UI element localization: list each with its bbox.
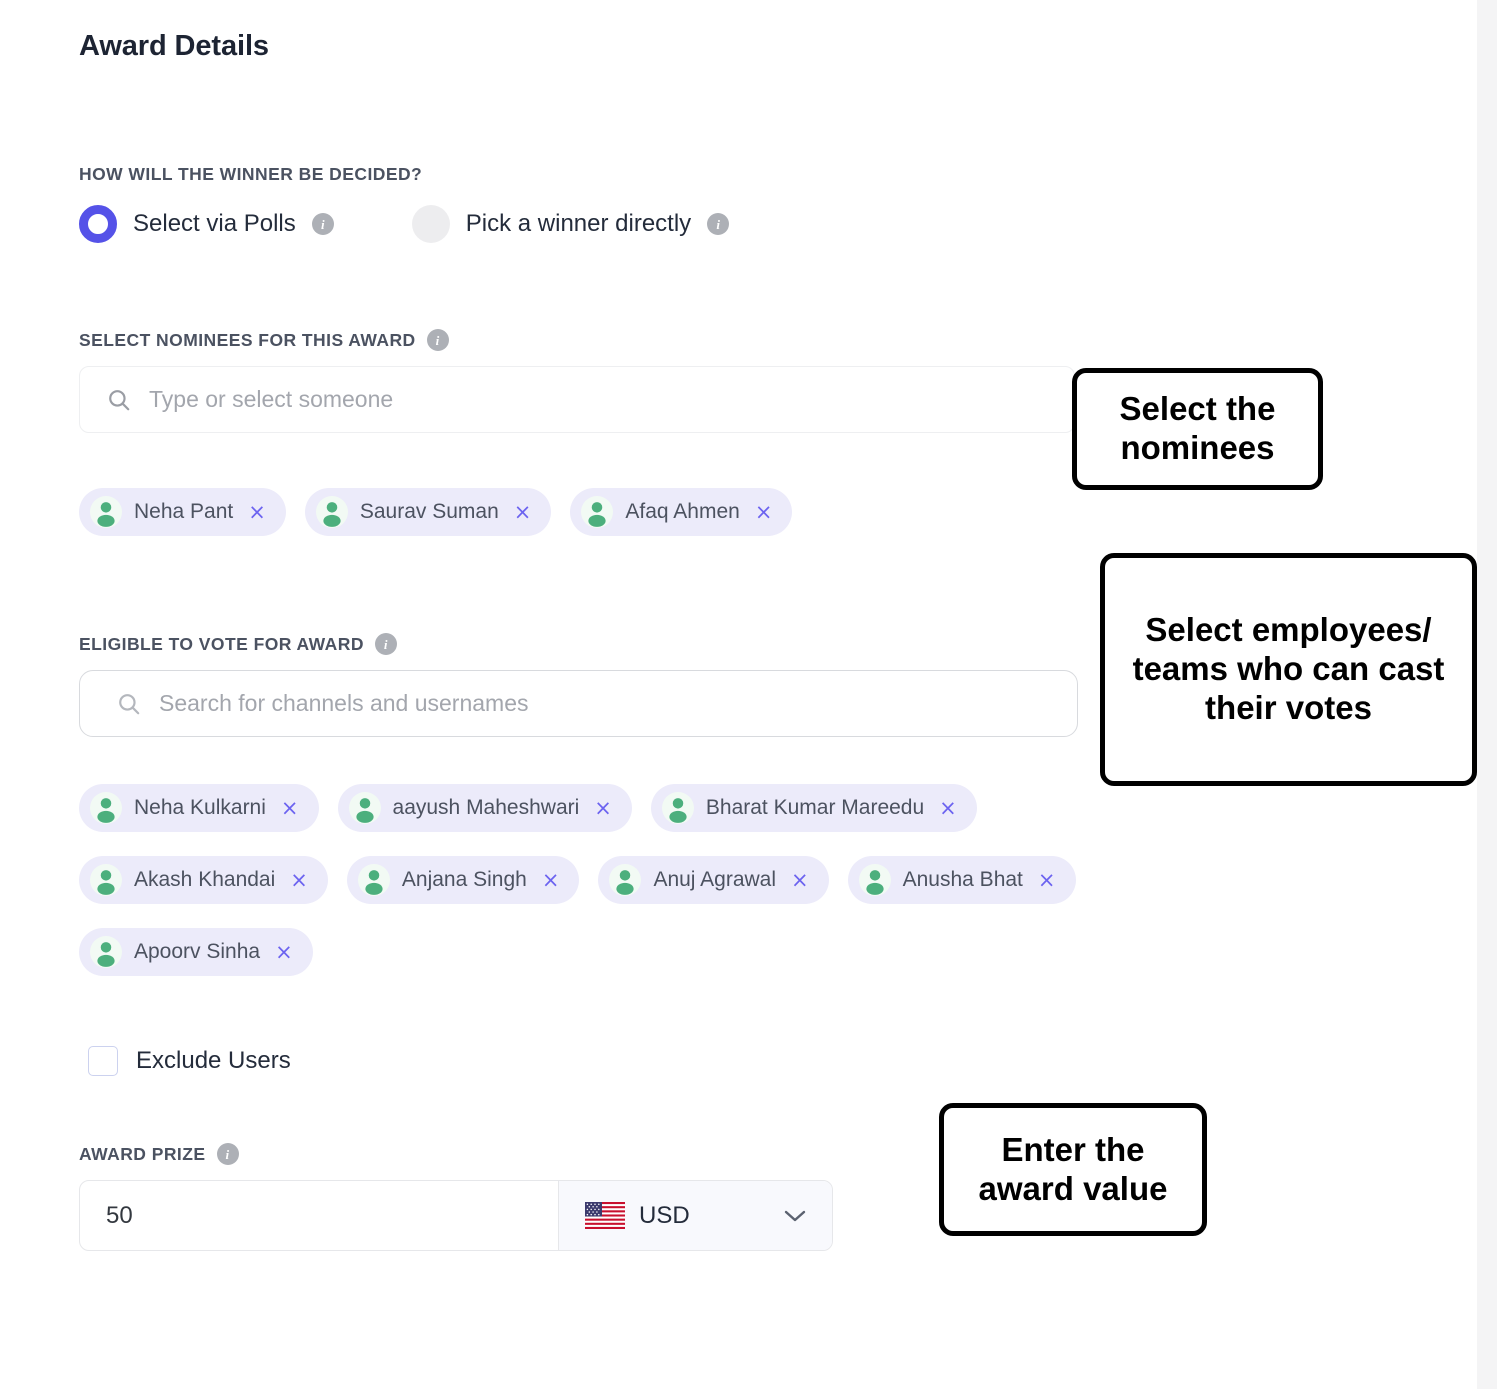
chip-voter[interactable]: Anjana Singh × (346, 856, 580, 904)
chip-voter[interactable]: Akash Khandai × (79, 856, 328, 904)
decision-method-label-text: HOW WILL THE WINNER BE DECIDED? (79, 164, 423, 184)
radio-pick-winner-icon[interactable] (411, 205, 450, 243)
chip-label: Bharat Kumar Mareedu (705, 796, 925, 819)
chip-nominee[interactable]: Afaq Ahmen × (570, 488, 793, 536)
avatar-icon (661, 792, 694, 824)
right-edge-gutter (1477, 0, 1497, 1389)
chip-label: Neha Pant (134, 500, 234, 523)
exclude-users-checkbox[interactable] (88, 1046, 118, 1076)
chip-label: Neha Kulkarni (134, 796, 266, 819)
us-flag-icon (585, 1202, 625, 1229)
radio-polls-icon[interactable] (79, 205, 117, 243)
remove-chip-icon[interactable]: × (281, 797, 299, 819)
search-icon (116, 691, 142, 717)
remove-chip-icon[interactable]: × (542, 869, 560, 891)
info-icon[interactable]: i (374, 633, 397, 655)
chip-nominee[interactable]: Neha Pant × (79, 488, 286, 536)
decision-method-label: HOW WILL THE WINNER BE DECIDED? (79, 164, 422, 185)
nominees-label: SELECT NOMINEES FOR THIS AWARD i (79, 329, 449, 351)
nominees-chip-list: Neha Pant × Saurav Suman × Afaq Ahmen × (79, 488, 793, 536)
avatar-icon (315, 496, 348, 528)
avatar-icon (348, 792, 381, 824)
voters-search-placeholder: Search for channels and usernames (159, 690, 529, 716)
chip-label: Anjana Singh (401, 868, 527, 891)
currency-selector[interactable]: USD (558, 1181, 832, 1250)
voters-label-text: ELIGIBLE TO VOTE FOR AWARD (79, 633, 364, 654)
callout-select-nominees: Select the nominees (1072, 368, 1323, 490)
award-prize-label-text: AWARD PRIZE (79, 1143, 206, 1164)
search-icon (106, 387, 132, 413)
award-prize-field: 50 USD (79, 1180, 833, 1251)
chip-voter[interactable]: Anusha Bhat × (847, 856, 1076, 904)
avatar-icon (581, 496, 614, 528)
info-icon[interactable]: i (426, 329, 449, 351)
voters-label: ELIGIBLE TO VOTE FOR AWARD i (79, 633, 397, 655)
remove-chip-icon[interactable]: × (939, 797, 957, 819)
radio-option-label: Pick a winner directly (465, 210, 692, 237)
decision-method-radio-group: Select via Polls i Pick a winner directl… (79, 205, 730, 243)
award-details-panel: Award Details HOW WILL THE WINNER BE DEC… (0, 0, 1477, 1389)
info-icon[interactable]: i (707, 213, 730, 235)
avatar-icon (90, 792, 122, 824)
chip-voter[interactable]: Apoorv Sinha × (79, 928, 313, 976)
currency-code: USD (639, 1201, 690, 1229)
award-prize-label: AWARD PRIZE i (79, 1143, 239, 1165)
avatar-icon (357, 864, 390, 896)
nominees-search-input[interactable]: Type or select someone (79, 366, 1075, 433)
remove-chip-icon[interactable]: × (514, 501, 532, 523)
remove-chip-icon[interactable]: × (594, 797, 612, 819)
avatar-icon (90, 864, 122, 896)
voters-chip-list-row: Neha Kulkarni × aayush Maheshwari × Bhar… (79, 784, 977, 832)
remove-chip-icon[interactable]: × (248, 501, 266, 523)
voters-chip-list-row: Akash Khandai × Anjana Singh × Anuj Agra… (79, 856, 1076, 904)
chip-voter[interactable]: Bharat Kumar Mareedu × (650, 784, 977, 832)
radio-option-select-via-polls[interactable]: Select via Polls i (79, 205, 334, 243)
avatar-icon (90, 936, 122, 968)
avatar-icon (858, 864, 891, 896)
exclude-users-row[interactable]: Exclude Users (88, 1046, 291, 1076)
chip-label: Afaq Ahmen (625, 500, 740, 523)
chip-label: aayush Maheshwari (392, 796, 580, 819)
chip-voter[interactable]: Anuj Agrawal × (598, 856, 829, 904)
remove-chip-icon[interactable]: × (275, 941, 293, 963)
voters-search-input[interactable]: Search for channels and usernames (79, 670, 1078, 737)
avatar-icon (609, 864, 642, 896)
chip-voter[interactable]: Neha Kulkarni × (79, 784, 319, 832)
chip-label: Anuj Agrawal (653, 868, 777, 891)
chevron-down-icon[interactable] (782, 1208, 808, 1224)
chip-label: Saurav Suman (359, 500, 499, 523)
exclude-users-label: Exclude Users (136, 1047, 291, 1074)
callout-enter-award-value: Enter the award value (939, 1103, 1207, 1236)
remove-chip-icon[interactable]: × (290, 869, 308, 891)
radio-option-label: Select via Polls (133, 210, 296, 237)
remove-chip-icon[interactable]: × (791, 869, 809, 891)
voters-chip-list-row: Apoorv Sinha × (79, 928, 313, 976)
chip-label: Anusha Bhat (902, 868, 1023, 891)
nominees-label-text: SELECT NOMINEES FOR THIS AWARD (79, 329, 416, 350)
nominees-search-placeholder: Type or select someone (149, 386, 394, 412)
chip-voter[interactable]: aayush Maheshwari × (337, 784, 632, 832)
award-prize-input[interactable]: 50 (80, 1181, 558, 1250)
chip-label: Apoorv Sinha (134, 940, 261, 963)
info-icon[interactable]: i (216, 1143, 239, 1165)
radio-option-pick-winner-directly[interactable]: Pick a winner directly i (411, 205, 730, 243)
chip-nominee[interactable]: Saurav Suman × (304, 488, 552, 536)
callout-select-voters: Select employees/ teams who can cast the… (1100, 553, 1477, 786)
chip-label: Akash Khandai (134, 868, 276, 891)
page-title: Award Details (79, 30, 269, 62)
remove-chip-icon[interactable]: × (1038, 869, 1056, 891)
info-icon[interactable]: i (311, 213, 334, 235)
remove-chip-icon[interactable]: × (755, 501, 773, 523)
avatar-icon (90, 496, 122, 528)
